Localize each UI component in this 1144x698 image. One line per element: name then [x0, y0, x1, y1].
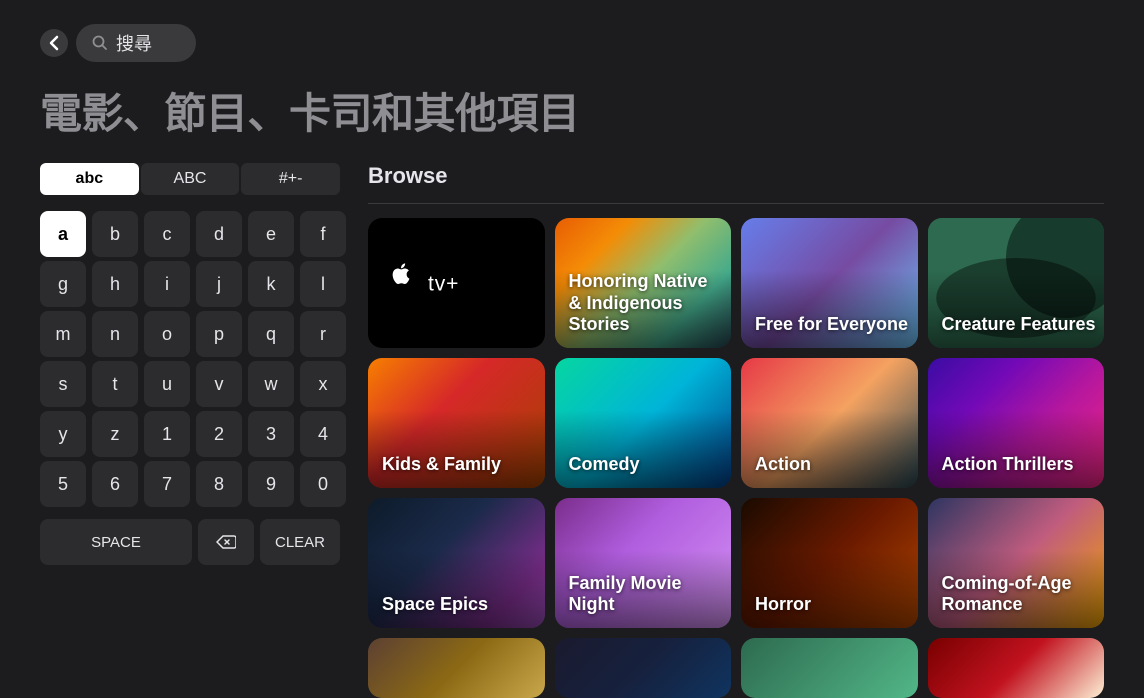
- key-h[interactable]: h: [92, 261, 138, 307]
- keyboard-row-2: g h i j k l: [40, 261, 340, 307]
- key-1[interactable]: 1: [144, 411, 190, 457]
- card-bottom-4[interactable]: [928, 638, 1105, 698]
- card-space-label: Space Epics: [382, 594, 537, 616]
- card-bottom-1[interactable]: [368, 638, 545, 698]
- key-j[interactable]: j: [196, 261, 242, 307]
- card-bottom-2[interactable]: [555, 638, 732, 698]
- keyboard-panel: abc ABC #+- a b c d e f g h i: [40, 163, 340, 698]
- card-bottom-3[interactable]: [741, 638, 918, 698]
- key-o[interactable]: o: [144, 311, 190, 357]
- keyboard-rows: a b c d e f g h i j k l m: [40, 211, 340, 507]
- page-title: 電影、節目、卡司和其他項目: [40, 80, 1104, 141]
- keyboard-row-5: y z 1 2 3 4: [40, 411, 340, 457]
- key-n[interactable]: n: [92, 311, 138, 357]
- card-action-label: Action: [755, 454, 910, 476]
- key-i[interactable]: i: [144, 261, 190, 307]
- card-coming-of-age[interactable]: Coming-of-Age Romance: [928, 498, 1105, 628]
- card-appletv-plus[interactable]: tv+: [368, 218, 545, 348]
- key-3[interactable]: 3: [248, 411, 294, 457]
- keyboard-actions: SPACE CLEAR: [40, 519, 340, 565]
- card-kids-label: Kids & Family: [382, 454, 537, 476]
- svg-text:tv+: tv+: [428, 272, 459, 295]
- key-5[interactable]: 5: [40, 461, 86, 507]
- key-v[interactable]: v: [196, 361, 242, 407]
- key-w[interactable]: w: [248, 361, 294, 407]
- tab-lowercase[interactable]: abc: [40, 163, 139, 195]
- key-9[interactable]: 9: [248, 461, 294, 507]
- appletv-logo: tv+: [368, 258, 545, 308]
- card-action[interactable]: Action: [741, 358, 918, 488]
- card-family-movie-night[interactable]: Family Movie Night: [555, 498, 732, 628]
- key-u[interactable]: u: [144, 361, 190, 407]
- keyboard-row-3: m n o p q r: [40, 311, 340, 357]
- key-q[interactable]: q: [248, 311, 294, 357]
- card-space-epics[interactable]: Space Epics: [368, 498, 545, 628]
- key-c[interactable]: c: [144, 211, 190, 257]
- card-coming-of-age-label: Coming-of-Age Romance: [942, 573, 1097, 616]
- search-label: 搜尋: [116, 30, 152, 56]
- key-t[interactable]: t: [92, 361, 138, 407]
- main-content: abc ABC #+- a b c d e f g h i: [40, 163, 1104, 698]
- browse-grid: tv+ Honoring Native & Indigenous Stories…: [368, 218, 1104, 698]
- key-p[interactable]: p: [196, 311, 242, 357]
- keyboard-row-1: a b c d e f: [40, 211, 340, 257]
- backspace-key[interactable]: [198, 519, 254, 565]
- key-l[interactable]: l: [300, 261, 346, 307]
- tab-uppercase[interactable]: ABC: [141, 163, 240, 195]
- browse-separator: [368, 203, 1104, 204]
- card-comedy-label: Comedy: [569, 454, 724, 476]
- card-creature[interactable]: Creature Features: [928, 218, 1105, 348]
- card-action-thrillers-label: Action Thrillers: [942, 454, 1097, 476]
- back-button[interactable]: [40, 29, 68, 57]
- key-m[interactable]: m: [40, 311, 86, 357]
- card-action-thrillers[interactable]: Action Thrillers: [928, 358, 1105, 488]
- search-icon: [92, 35, 108, 51]
- card-family-night-label: Family Movie Night: [569, 573, 724, 616]
- key-e[interactable]: e: [248, 211, 294, 257]
- browse-panel: Browse tv+ Honoring: [368, 163, 1104, 698]
- search-pill[interactable]: 搜尋: [76, 24, 196, 62]
- keyboard-row-4: s t u v w x: [40, 361, 340, 407]
- key-f[interactable]: f: [300, 211, 346, 257]
- card-free-label: Free for Everyone: [755, 314, 910, 336]
- card-kids-family[interactable]: Kids & Family: [368, 358, 545, 488]
- key-s[interactable]: s: [40, 361, 86, 407]
- key-g[interactable]: g: [40, 261, 86, 307]
- keyboard-row-6: 5 6 7 8 9 0: [40, 461, 340, 507]
- card-indigenous[interactable]: Honoring Native & Indigenous Stories: [555, 218, 732, 348]
- card-indigenous-label: Honoring Native & Indigenous Stories: [569, 271, 724, 336]
- app-container: 搜尋 電影、節目、卡司和其他項目 abc ABC #+- a b c d e f: [0, 0, 1144, 644]
- card-horror[interactable]: Horror: [741, 498, 918, 628]
- key-6[interactable]: 6: [92, 461, 138, 507]
- clear-key[interactable]: CLEAR: [260, 519, 340, 565]
- tab-symbols[interactable]: #+-: [241, 163, 340, 195]
- key-k[interactable]: k: [248, 261, 294, 307]
- key-0[interactable]: 0: [300, 461, 346, 507]
- key-d[interactable]: d: [196, 211, 242, 257]
- key-a[interactable]: a: [40, 211, 86, 257]
- key-z[interactable]: z: [92, 411, 138, 457]
- card-comedy[interactable]: Comedy: [555, 358, 732, 488]
- key-4[interactable]: 4: [300, 411, 346, 457]
- key-y[interactable]: y: [40, 411, 86, 457]
- keyboard-tabs: abc ABC #+-: [40, 163, 340, 195]
- key-2[interactable]: 2: [196, 411, 242, 457]
- space-key[interactable]: SPACE: [40, 519, 192, 565]
- key-7[interactable]: 7: [144, 461, 190, 507]
- browse-title: Browse: [368, 163, 1104, 189]
- search-bar: 搜尋: [40, 24, 1104, 62]
- key-r[interactable]: r: [300, 311, 346, 357]
- card-horror-label: Horror: [755, 594, 910, 616]
- key-x[interactable]: x: [300, 361, 346, 407]
- card-creature-label: Creature Features: [942, 314, 1097, 336]
- key-b[interactable]: b: [92, 211, 138, 257]
- card-free[interactable]: Free for Everyone: [741, 218, 918, 348]
- key-8[interactable]: 8: [196, 461, 242, 507]
